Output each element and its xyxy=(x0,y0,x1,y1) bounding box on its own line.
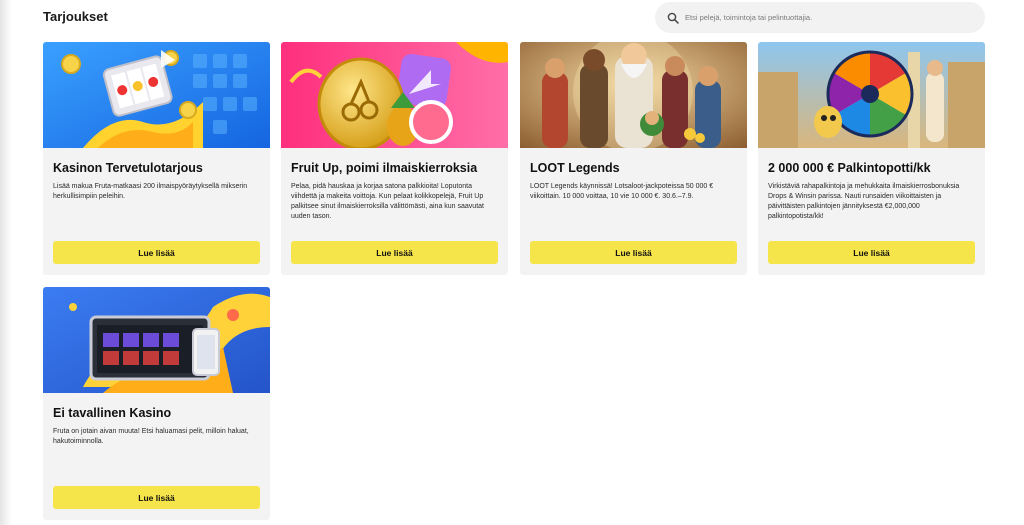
search-bar[interactable] xyxy=(655,2,985,33)
offer-title: Kasinon Tervetulotarjous xyxy=(53,161,203,175)
offer-banner-image xyxy=(281,42,508,148)
read-more-button[interactable]: Lue lisää xyxy=(53,486,260,509)
read-more-button[interactable]: Lue lisää xyxy=(53,241,260,264)
read-more-button[interactable]: Lue lisää xyxy=(768,241,975,264)
offer-title: Ei tavallinen Kasino xyxy=(53,406,172,420)
offer-card-fruit-up: Fruit Up, poimi ilmaiskierroksia Pelaa, … xyxy=(281,42,508,275)
read-more-button[interactable]: Lue lisää xyxy=(530,241,737,264)
offer-banner-image xyxy=(520,42,747,148)
offer-title: 2 000 000 € Palkintopotti/kk xyxy=(768,161,931,175)
offer-description: Virkistäviä rahapalkintoja ja mehukkaita… xyxy=(768,183,960,220)
offer-card-not-ordinary: Ei tavallinen Kasino Fruta on jotain aiv… xyxy=(43,287,270,520)
offer-description: Pelaa, pidä hauskaa ja korjaa satona pal… xyxy=(291,183,484,220)
offer-description: Lisää makua Fruta-matkaasi 200 ilmaispyö… xyxy=(53,183,248,200)
offer-banner-image xyxy=(43,42,270,148)
offer-title: Fruit Up, poimi ilmaiskierroksia xyxy=(291,161,478,175)
offer-title: LOOT Legends xyxy=(530,161,620,175)
offer-card-prize-pot: 2 000 000 € Palkintopotti/kk Virkistäviä… xyxy=(758,42,985,275)
search-input[interactable] xyxy=(685,13,975,22)
search-icon xyxy=(667,12,679,24)
offer-description: LOOT Legends käynnissä! Lotsaloot-jackpo… xyxy=(530,183,714,200)
offer-card-loot-legends: LOOT Legends LOOT Legends käynnissä! Lot… xyxy=(520,42,747,275)
read-more-button[interactable]: Lue lisää xyxy=(291,241,498,264)
offer-card-welcome: Kasinon Tervetulotarjous Lisää makua Fru… xyxy=(43,42,270,275)
offer-description: Fruta on jotain aivan muuta! Etsi haluam… xyxy=(53,428,249,445)
offer-banner-image xyxy=(43,287,270,393)
left-edge-shadow xyxy=(0,0,12,525)
offer-banner-image xyxy=(758,42,985,148)
page-title: Tarjoukset xyxy=(43,9,108,24)
